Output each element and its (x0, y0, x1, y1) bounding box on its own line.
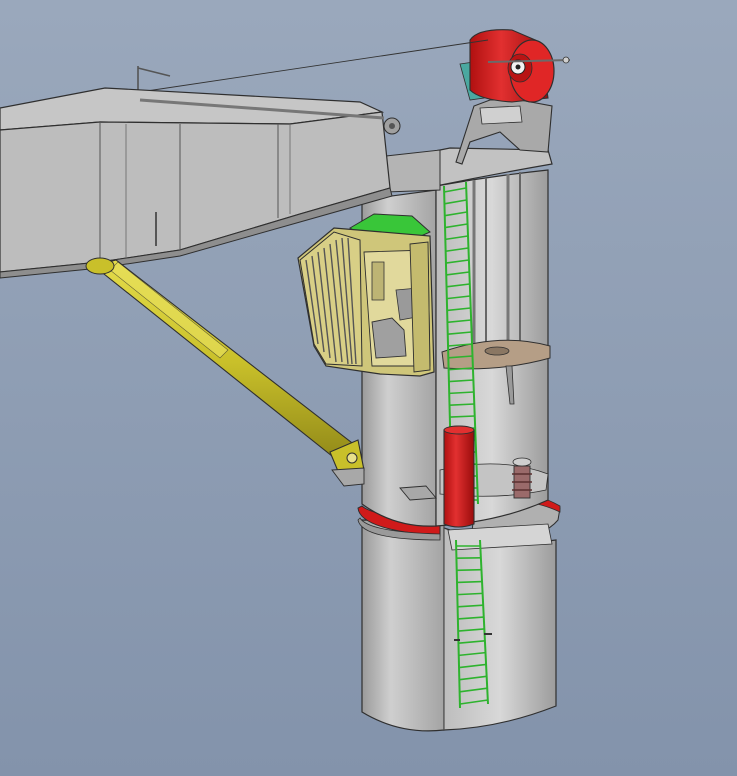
winch-shaft-end (562, 56, 570, 64)
cylinder-bottom-pin (346, 452, 358, 464)
winch-hub-center (515, 64, 521, 70)
ladder-rung (449, 415, 475, 418)
housing-front-block (385, 149, 441, 193)
tank-cap (443, 425, 475, 435)
deck-hatch (484, 346, 510, 356)
tank-body (443, 425, 475, 528)
slew-motor[interactable] (512, 457, 532, 499)
cabin-door-frame (409, 241, 431, 373)
cad-viewport[interactable] (0, 0, 737, 776)
ladder-rung (456, 580, 482, 584)
boom-heel-pin-center (389, 123, 395, 129)
winch-frame-slot (479, 105, 523, 125)
ladder-rung (456, 568, 482, 572)
cylinder-top-lug (85, 257, 115, 275)
hydraulic-tank[interactable] (443, 425, 475, 528)
cabin-window-frame (371, 261, 385, 301)
crane-model-render[interactable] (0, 0, 737, 776)
pedestal-shell (361, 519, 445, 732)
motor-cap (512, 457, 532, 467)
